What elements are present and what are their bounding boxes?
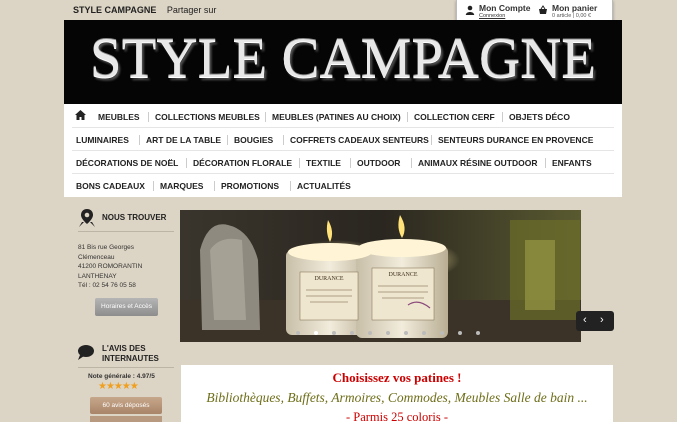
menu-item-collection-cerf[interactable]: COLLECTION CERF	[414, 112, 495, 122]
menu-item-coffrets-cadeaux[interactable]: COFFRETS CADEAUX SENTEURS	[290, 135, 429, 145]
account-title: Mon Compte	[479, 3, 531, 13]
divider	[78, 367, 174, 368]
slider-arrows: ‹ ›	[576, 311, 614, 331]
slider-image: DURANCE DURANCE	[180, 210, 581, 342]
store-address: 81 Bis rue Georges Clémenceau 41200 ROMO…	[78, 244, 143, 290]
promo-box: Choisissez vos patines ! Bibliothèques, …	[181, 365, 613, 422]
menu-item-senteurs-durance[interactable]: SENTEURS DURANCE EN PROVENCE	[438, 135, 593, 145]
menu-item-meubles[interactable]: MEUBLES	[98, 112, 140, 122]
menu-item-decorations-noel[interactable]: DÉCORATIONS DE NOËL	[76, 158, 178, 168]
chevron-right-icon[interactable]: ›	[600, 314, 604, 326]
site-logo[interactable]: STYLE CAMPAGNE	[64, 26, 622, 91]
brand-link[interactable]: STYLE CAMPAGNE	[73, 5, 156, 15]
menu-item-meubles-patines[interactable]: MEUBLES (PATINES AU CHOIX)	[272, 112, 401, 122]
menu-item-actualites[interactable]: ACTUALITÉS	[297, 181, 351, 191]
login-link[interactable]: Connexion	[479, 13, 530, 19]
menu-divider	[72, 173, 614, 174]
slider-dot[interactable]	[404, 331, 408, 335]
speech-bubble-icon	[78, 345, 94, 360]
slider-dot[interactable]	[440, 331, 444, 335]
account-link[interactable]: Mon Compte Connexion	[479, 3, 530, 19]
share-label[interactable]: Partager sur	[167, 5, 217, 15]
menu-divider	[72, 127, 614, 128]
menu-item-marques[interactable]: MARQUES	[160, 181, 203, 191]
menu-item-textile[interactable]: TEXTILE	[306, 158, 341, 168]
basket-icon	[539, 5, 547, 14]
slider-dot[interactable]	[422, 331, 426, 335]
cart-summary: 0 article | 0,00 €	[552, 13, 592, 19]
menu-item-art-de-la-table[interactable]: ART DE LA TABLE	[146, 135, 221, 145]
menu-item-luminaires[interactable]: LUMINAIRES	[76, 135, 129, 145]
menu-item-animaux-resine[interactable]: ANIMAUX RÉSINE OUTDOOR	[418, 158, 537, 168]
hours-access-button[interactable]: Horaires et Accès	[95, 298, 158, 316]
menu-item-bons-cadeaux[interactable]: BONS CADEAUX	[76, 181, 145, 191]
menu-item-collections-meubles[interactable]: COLLECTIONS MEUBLES	[155, 112, 260, 122]
slider-dot[interactable]	[368, 331, 372, 335]
hero-slider[interactable]: DURANCE DURANCE	[180, 210, 581, 342]
reviews-heading: L'AVIS DES INTERNAUTES	[102, 344, 159, 363]
candle-label-1: DURANCE	[314, 276, 343, 282]
chevron-left-icon[interactable]: ‹	[583, 314, 587, 326]
menu-item-enfants[interactable]: ENFANTS	[552, 158, 592, 168]
slider-dot[interactable]	[458, 331, 462, 335]
menu-item-promotions[interactable]: PROMOTIONS	[221, 181, 279, 191]
header-banner[interactable]: STYLE CAMPAGNE	[64, 20, 622, 104]
menu-divider	[72, 150, 614, 151]
menu-item-decoration-florale[interactable]: DÉCORATION FLORALE	[193, 158, 292, 168]
promo-title[interactable]: Choisissez vos patines !	[181, 370, 613, 386]
menu-item-outdoor[interactable]: OUTDOOR	[357, 158, 400, 168]
promo-colors: - Parmis 25 coloris -	[345, 410, 449, 422]
candle-label-2: DURANCE	[388, 272, 417, 278]
promo-products: Bibliothèques, Buffets, Armoires, Commod…	[206, 390, 588, 405]
slider-dot-active[interactable]	[314, 331, 318, 335]
menu-item-objets-deco[interactable]: OBJETS DÉCO	[509, 112, 570, 122]
slider-dot[interactable]	[476, 331, 480, 335]
slider-dot[interactable]	[296, 331, 300, 335]
map-pin-icon	[79, 209, 95, 227]
rating-stars: ★★★★★	[98, 381, 139, 392]
rating-text: Note générale : 4.97/5	[88, 373, 155, 380]
divider	[78, 231, 174, 232]
slider-dot[interactable]	[350, 331, 354, 335]
top-bar: STYLE CAMPAGNE Partager sur	[73, 5, 216, 15]
find-us-heading: NOUS TROUVER	[102, 213, 167, 222]
slider-dot[interactable]	[386, 331, 390, 335]
cart-title: Mon panier	[552, 3, 598, 13]
menu-item-bougies[interactable]: BOUGIES	[234, 135, 273, 145]
next-button-partial	[90, 416, 162, 422]
user-icon	[465, 5, 475, 15]
reviews-button[interactable]: 60 avis déposés	[90, 397, 162, 414]
home-icon[interactable]	[75, 110, 86, 120]
main-menu: MEUBLES COLLECTIONS MEUBLES MEUBLES (PAT…	[64, 104, 622, 197]
slider-dot[interactable]	[332, 331, 336, 335]
cart-link[interactable]: Mon panier 0 article | 0,00 €	[552, 3, 597, 19]
